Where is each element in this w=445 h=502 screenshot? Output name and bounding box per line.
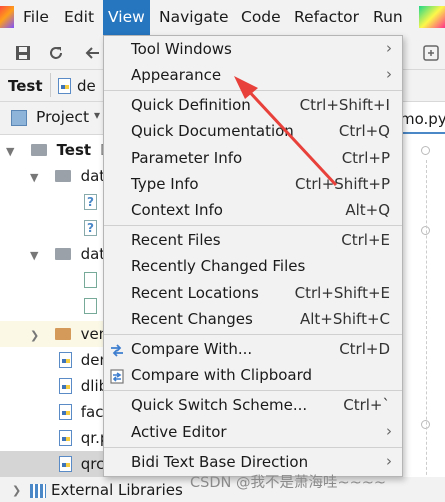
watermark: CSDN @我不是萧海哇~~~~	[190, 475, 387, 491]
annotation-arrow	[234, 76, 338, 187]
